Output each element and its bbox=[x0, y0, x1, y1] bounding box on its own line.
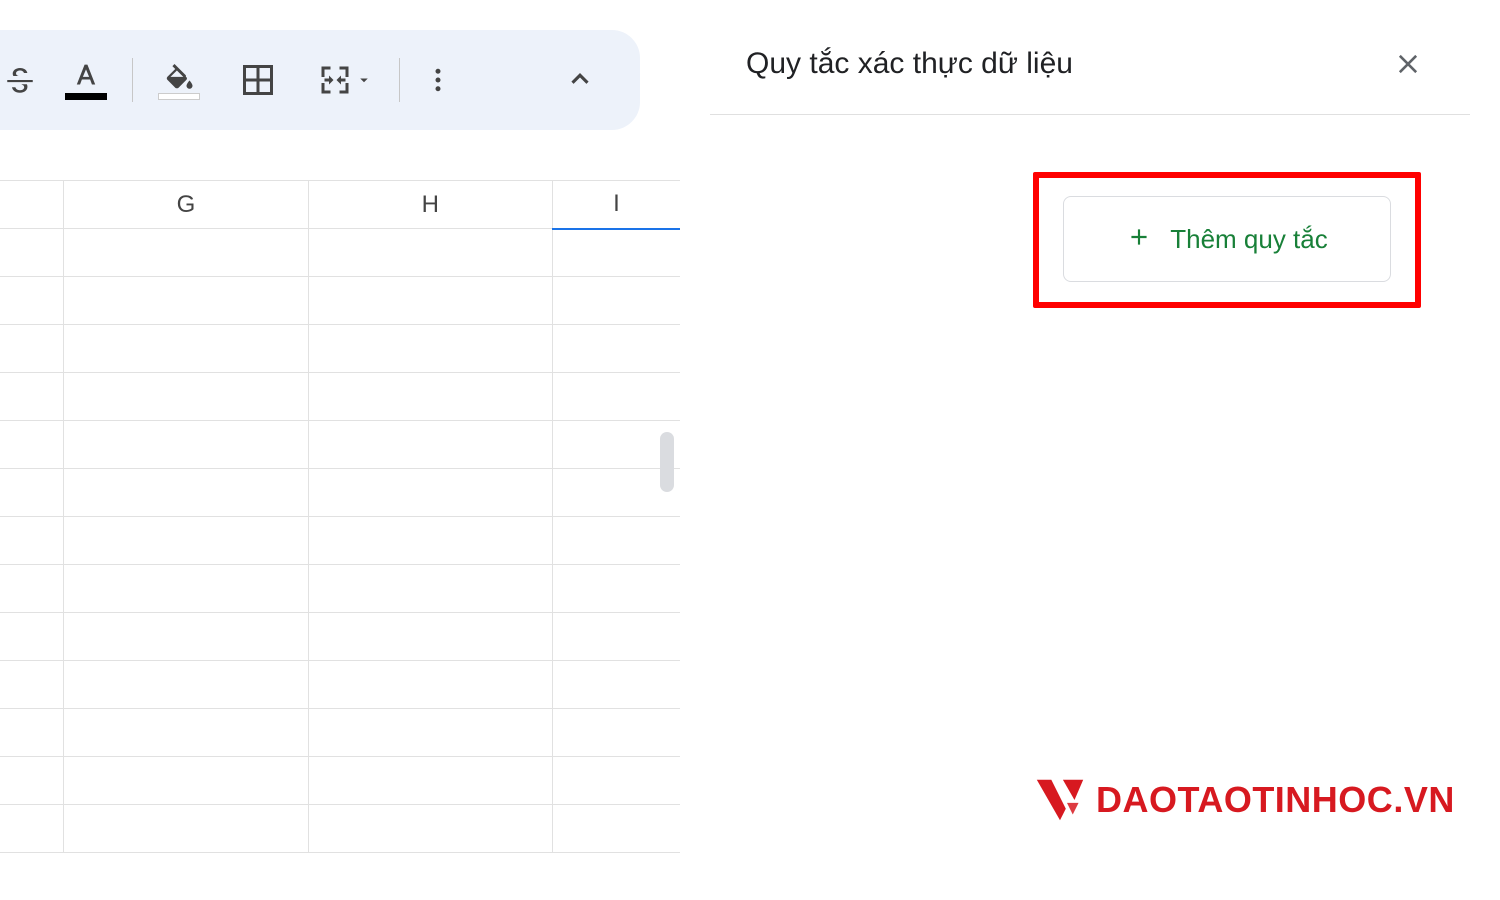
table-row[interactable] bbox=[0, 421, 680, 469]
spreadsheet-grid[interactable]: G H I bbox=[0, 180, 680, 853]
table-row[interactable] bbox=[0, 565, 680, 613]
fill-color-swatch bbox=[158, 93, 200, 100]
borders-button[interactable] bbox=[233, 30, 283, 130]
column-header[interactable] bbox=[0, 181, 64, 229]
collapse-toolbar-button[interactable] bbox=[555, 54, 605, 104]
table-row[interactable] bbox=[0, 517, 680, 565]
strikethrough-button[interactable] bbox=[0, 30, 40, 130]
strikethrough-icon bbox=[3, 63, 37, 97]
table-row[interactable] bbox=[0, 805, 680, 853]
table-row[interactable] bbox=[0, 229, 680, 277]
fill-color-icon bbox=[161, 61, 197, 91]
table-row[interactable] bbox=[0, 373, 680, 421]
plus-icon bbox=[1126, 224, 1152, 255]
toolbar bbox=[0, 30, 640, 130]
chevron-up-icon bbox=[565, 64, 595, 94]
text-color-button[interactable] bbox=[58, 30, 114, 130]
fill-color-button[interactable] bbox=[151, 30, 207, 130]
watermark-text: DAOTAOTINHOC.VN bbox=[1096, 779, 1455, 821]
table-row[interactable] bbox=[0, 613, 680, 661]
column-header-row: G H I bbox=[0, 181, 680, 229]
table-row[interactable] bbox=[0, 325, 680, 373]
close-panel-button[interactable] bbox=[1386, 42, 1430, 86]
close-icon bbox=[1394, 50, 1422, 78]
more-tools-button[interactable] bbox=[418, 30, 458, 130]
table-row[interactable] bbox=[0, 661, 680, 709]
table-row[interactable] bbox=[0, 277, 680, 325]
merge-cells-icon bbox=[317, 62, 353, 98]
add-rule-label: Thêm quy tắc bbox=[1170, 224, 1328, 255]
panel-header: Quy tắc xác thực dữ liệu bbox=[710, 14, 1470, 115]
toolbar-separator bbox=[399, 58, 400, 102]
watermark: DAOTAOTINHOC.VN bbox=[1030, 770, 1455, 830]
column-header[interactable]: H bbox=[308, 181, 552, 229]
watermark-logo bbox=[1030, 770, 1090, 830]
chevron-down-icon bbox=[355, 71, 373, 89]
borders-icon bbox=[240, 62, 276, 98]
column-header-selected[interactable]: I bbox=[553, 181, 681, 229]
add-rule-button[interactable]: Thêm quy tắc bbox=[1063, 196, 1391, 282]
text-color-swatch bbox=[65, 93, 107, 100]
panel-title: Quy tắc xác thực dữ liệu bbox=[746, 47, 1073, 81]
vertical-scrollbar[interactable] bbox=[660, 432, 674, 492]
toolbar-separator bbox=[132, 58, 133, 102]
table-row[interactable] bbox=[0, 709, 680, 757]
more-icon bbox=[423, 65, 453, 95]
table-row[interactable] bbox=[0, 757, 680, 805]
data-validation-panel: Quy tắc xác thực dữ liệu bbox=[710, 14, 1470, 884]
text-color-icon bbox=[69, 61, 103, 91]
column-header[interactable]: G bbox=[64, 181, 308, 229]
merge-cells-button[interactable] bbox=[309, 30, 381, 130]
table-row[interactable] bbox=[0, 469, 680, 517]
